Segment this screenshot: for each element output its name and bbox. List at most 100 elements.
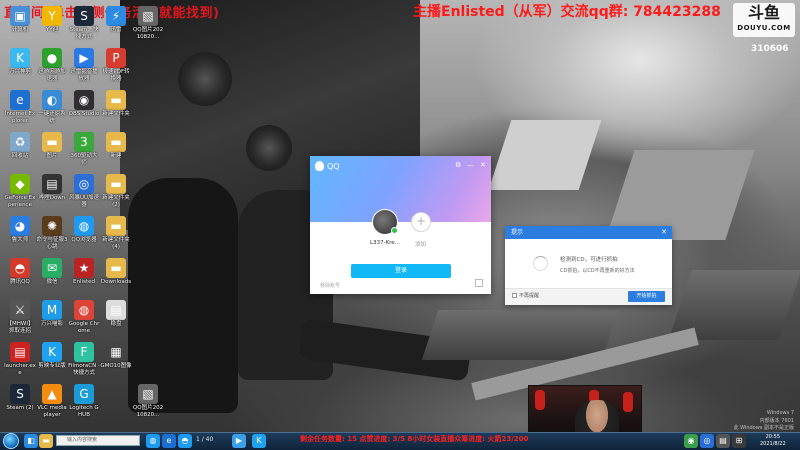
taskbar-search-input[interactable]: 输入内容搜索 (56, 435, 140, 446)
desktop-app-icon: G (74, 384, 94, 404)
desktop-icon[interactable]: ▬ 新建文件夹(2) (100, 174, 132, 209)
desktop-icon[interactable]: ▤ 哔哩Down (36, 174, 68, 202)
taskbar-clock[interactable]: 20:55 2021/8/22 (760, 434, 786, 448)
desktop-icon[interactable]: ▬ 新建 (100, 132, 132, 160)
close-icon[interactable]: ✕ (480, 161, 486, 169)
desktop-icon-label: 新建文件夹 (102, 111, 130, 117)
desktop-icon[interactable]: ◐ 一键还原系统 (36, 90, 68, 125)
qq-remove-account-link[interactable]: 移除账号 (320, 282, 340, 289)
desktop-icon[interactable]: ◍ Google Chrome (68, 300, 100, 335)
taskbar-pinned-app-icon[interactable]: ◧ (24, 434, 38, 448)
desktop-icon[interactable]: F FilmoraCN - 快捷方式 (68, 342, 100, 377)
qq-login-button[interactable]: 登录 (351, 264, 451, 278)
desktop-icon[interactable]: ◎ 风暴UU加速器 (68, 174, 100, 209)
desktop-icon-label: 【MHWI】抓取连招 (6, 321, 34, 334)
desktop-icon[interactable]: ◓ 腾讯QQ (4, 258, 36, 286)
desktop-app-icon: ▬ (106, 90, 126, 110)
close-icon[interactable]: ✕ (661, 226, 667, 239)
desktop-app-icon: K (42, 342, 62, 362)
taskbar-tray-app-icon[interactable]: ▤ (716, 434, 730, 448)
desktop-icon[interactable]: ▬ Downloads (100, 258, 132, 286)
desktop-icon-label: 哔哩Down (38, 195, 66, 201)
desktop-icon-label: Logitech G HUB (69, 405, 99, 418)
taskbar-clock-time: 20:55 (765, 434, 781, 440)
windows-start-icon[interactable] (3, 433, 19, 449)
desktop-app-icon: ▬ (42, 132, 62, 152)
desktop-app-icon: ▣ (10, 6, 30, 26)
desktop-app-icon: ◉ (74, 90, 94, 110)
taskbar-qq-icon[interactable]: ◓ (178, 434, 192, 448)
desktop-icon[interactable]: ▬ 新建文件夹 (100, 90, 132, 118)
desktop-icon[interactable]: Y YY迎 (36, 6, 68, 34)
desktop-app-icon: ● (42, 48, 62, 68)
prompt-dialog-header[interactable]: 提示 ✕ (505, 226, 672, 239)
desktop-icon[interactable]: ▬ 图片 (36, 132, 68, 160)
desktop-icon[interactable]: G Logitech G HUB (68, 384, 100, 419)
desktop-icon[interactable]: ▤ 稳盘 (100, 300, 132, 328)
qr-code-icon[interactable] (475, 279, 483, 287)
desktop-icon[interactable]: ▶ 迅雷影音播放器 (68, 48, 100, 83)
desktop-icon[interactable]: ▦ GMO10图像 (100, 342, 132, 370)
desktop-icon-label: 万兴喵影 (40, 321, 63, 327)
taskbar-qq-browser-icon[interactable]: ◍ (146, 434, 160, 448)
desktop-icon[interactable]: ● 迅游网游加速器 (36, 48, 68, 83)
desktop-icon-label: 极速PDF转换器 (102, 69, 130, 82)
taskbar-kuaijian-icon[interactable]: K (252, 434, 266, 448)
desktop-icon[interactable]: ▤ launcher.exe (4, 342, 36, 377)
desktop-icon[interactable]: 3 360驱动大师 (68, 132, 100, 167)
desktop-icon[interactable]: e Internet Explorer (4, 90, 36, 125)
desktop-icon[interactable]: ▲ VLC media player (36, 384, 68, 419)
minimize-icon[interactable]: — (467, 161, 474, 169)
desktop-icon[interactable]: ◍ QQ浏览器 (68, 216, 100, 244)
desktop-icon[interactable]: ⚡ 迅雷 (100, 6, 132, 34)
gear-icon[interactable]: ⚙ (455, 161, 461, 169)
desktop-app-icon: 3 (74, 132, 94, 152)
desktop-icon[interactable]: ♻ 回收站 (4, 132, 36, 160)
desktop-icon[interactable]: S Steam - 快捷方式 (68, 6, 100, 41)
desktop-icon[interactable]: ▬ 新建文件夹(4) (100, 216, 132, 251)
desktop-app-icon: ▲ (42, 384, 62, 404)
taskbar-tray-app-icon[interactable]: ◎ (700, 434, 714, 448)
desktop-icon[interactable]: ▣ 计算机 (4, 6, 36, 34)
desktop-icon[interactable]: ★ Enlisted (68, 258, 100, 286)
taskbar-media-player-icon[interactable]: ▶ (232, 434, 246, 448)
desktop-app-icon: ▧ (138, 6, 158, 26)
qq-login-header[interactable]: QQ ⚙ — ✕ (310, 156, 491, 222)
desktop-icon[interactable]: S Steam (2) (4, 384, 36, 412)
desktop-app-icon: ✉ (42, 258, 62, 278)
desktop-icon[interactable]: ◆ GeForce Experience (4, 174, 36, 209)
desktop-icon-label: 稳盘 (110, 321, 122, 327)
prompt-dialog-submessage: CD抓拍，以CD不再重新的好方法 (560, 268, 635, 274)
qq-account-name: L337-Kre... (370, 240, 400, 246)
desktop-icon[interactable]: ◉ OBS Studio (68, 90, 100, 118)
desktop-icon-label: YY迎 (45, 27, 59, 33)
desktop-app-icon: ▤ (42, 174, 62, 194)
desktop-app-icon: M (42, 300, 62, 320)
desktop-icon[interactable]: P 极速PDF转换器 (100, 48, 132, 83)
desktop-icon[interactable]: ✺ 命令与征服3心跳 (36, 216, 68, 251)
desktop-icon[interactable]: ⚔ 【MHWI】抓取连招 (4, 300, 36, 335)
desktop-icon[interactable]: ✉ 微信 (36, 258, 68, 286)
desktop-app-icon: ◍ (74, 216, 94, 236)
dont-remind-label[interactable]: 不再提醒 (519, 292, 539, 299)
desktop-icon[interactable]: M 万兴喵影 (36, 300, 68, 328)
desktop-icon[interactable]: ▧ QQ图片20210820... (132, 384, 164, 419)
taskbar-tray-app-icon[interactable]: ◉ (684, 434, 698, 448)
desktop-icon[interactable]: K 剪映专业版 (36, 342, 68, 370)
desktop-app-icon: ◆ (10, 174, 30, 194)
taskbar-stream-status-text: 剩余任务数量: 15 点赞进度: 3/5 8小时女装直播众筹进度: 火箭23/2… (300, 435, 529, 443)
desktop-app-icon: ▤ (106, 300, 126, 320)
qq-add-account-button[interactable]: + (411, 212, 431, 232)
taskbar-pinned-app-icon[interactable]: ▬ (39, 434, 53, 448)
start-capture-button[interactable]: 开始抓拍 (628, 291, 665, 302)
desktop-icon[interactable]: K 万兴神剪 (4, 48, 36, 76)
taskbar-edge-icon[interactable]: e (162, 434, 176, 448)
desktop-app-icon: ♻ (10, 132, 30, 152)
desktop-app-icon: K (10, 48, 30, 68)
dont-remind-checkbox[interactable] (512, 293, 517, 298)
desktop-icon[interactable]: ▧ QQ图片20210820... (132, 6, 164, 41)
taskbar-tray-app-icon[interactable]: ⊞ (732, 434, 746, 448)
douyu-logo-domain: DOUYU.COM (737, 24, 791, 32)
desktop-icon[interactable]: ◕ 鲁大师 (4, 216, 36, 244)
webcam-red-light (623, 392, 633, 412)
